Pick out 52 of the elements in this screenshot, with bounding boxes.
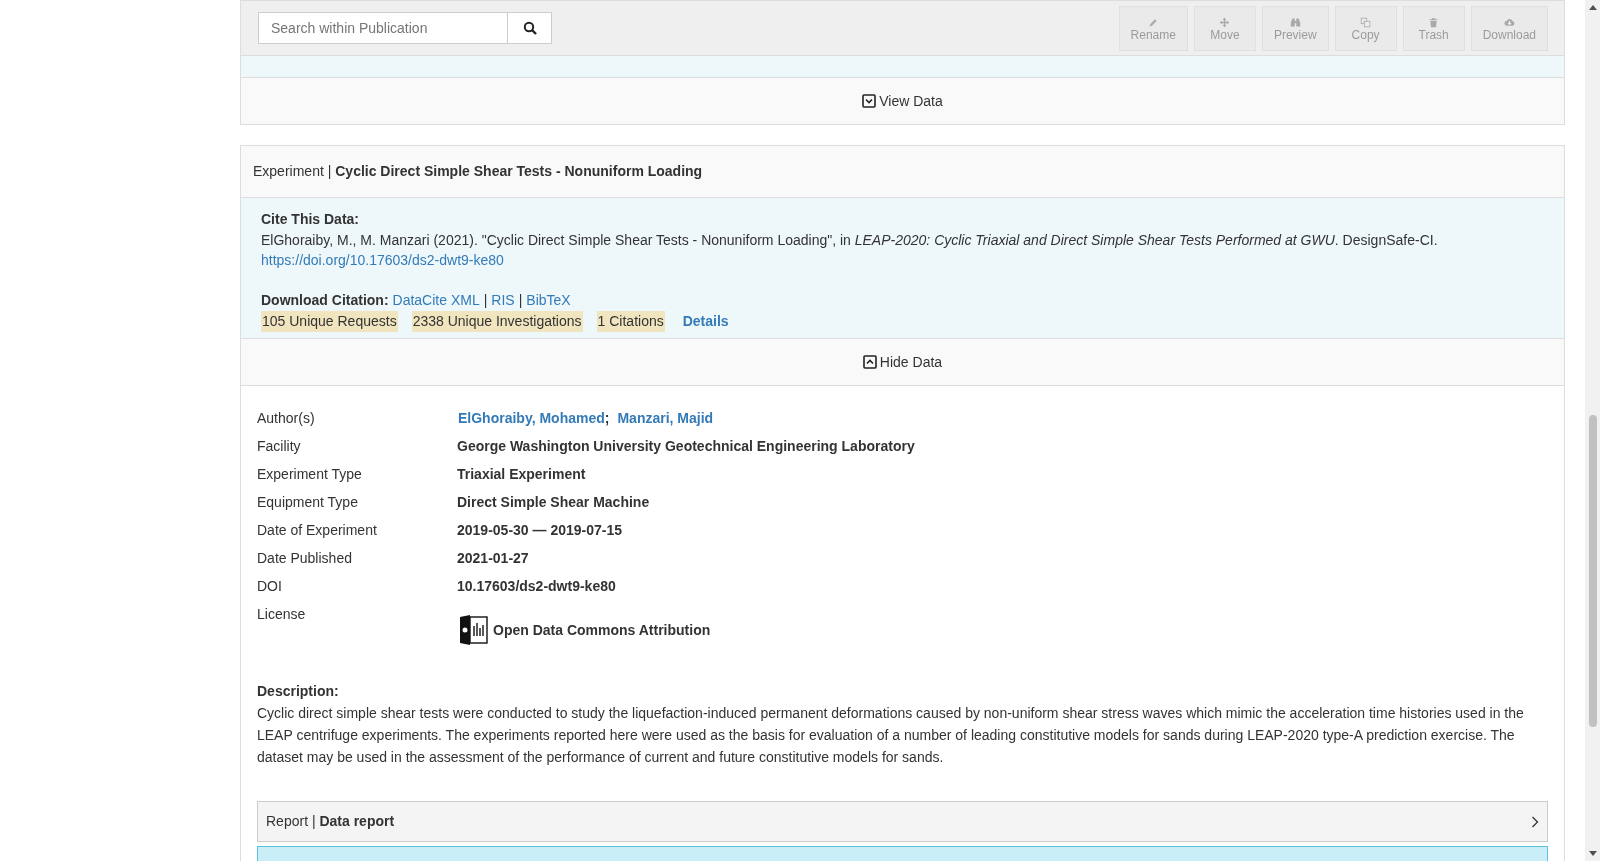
chevron-right-icon xyxy=(1531,815,1539,828)
download-citation-label: Download Citation: xyxy=(261,291,389,310)
scroll-down-arrow-icon[interactable] xyxy=(1588,851,1597,856)
author-link[interactable]: Manzari, Majid xyxy=(617,408,714,428)
doi-link[interactable]: https://doi.org/10.17603/ds2-dwt9-ke80 xyxy=(261,250,504,270)
separator: ; xyxy=(604,409,610,428)
move-icon xyxy=(1219,16,1231,28)
field-label: DOI xyxy=(257,577,283,596)
field-label: Equipment Type xyxy=(257,493,359,512)
field-label: License xyxy=(257,605,307,624)
scrollbar-thumb[interactable] xyxy=(1588,415,1597,727)
license-name: Open Data Commons Attribution xyxy=(493,621,711,640)
description-text: Cyclic direct simple shear tests were conducted to study the liquefaction-induced permanent deformations caused by non-uniform shear stress waves which mimic the acceleration time histories used in the LEAP centrifuge experiments. The experiments reported here were used as the basis for evaluation of a number of leading constitutive models for sands during LEAP-2020 type-A prediction exercise. The dataset may be used in the assessment of the performance of current and future constitutive models for sands. xyxy=(257,704,1525,767)
separator: | xyxy=(483,291,488,310)
search-icon xyxy=(522,21,537,35)
field-label: Experiment Type xyxy=(257,465,363,484)
search-button[interactable] xyxy=(507,12,552,44)
cite-heading: Cite This Data: xyxy=(261,210,360,229)
metric-label: 1 Citations xyxy=(596,311,665,332)
field-value: 10.17603/ds2-dwt9-ke80 xyxy=(457,577,616,596)
binoculars-icon xyxy=(1289,16,1301,28)
entry-title: Experiment | Cyclic Direct Simple Shear Tests - Nonuniform Loading xyxy=(253,162,703,181)
field-value: 2019-05-30 — 2019-07-15 xyxy=(457,521,622,540)
metric-label: 105 Unique Requests xyxy=(261,311,398,332)
trash-icon xyxy=(1428,16,1440,28)
field-value: Direct Simple Shear Machine xyxy=(457,493,650,512)
cloud-download-icon xyxy=(1503,16,1515,28)
author-link[interactable]: ElGhoraiby, Mohamed xyxy=(458,408,605,428)
field-value: Triaxial Experiment xyxy=(457,465,586,484)
search-field[interactable]: Search within Publication xyxy=(258,12,508,44)
scroll-up-arrow-icon[interactable] xyxy=(1588,5,1597,10)
field-value: 2021-01-27 xyxy=(457,549,529,568)
separator: | xyxy=(518,291,523,310)
description-heading: Description: xyxy=(257,682,340,701)
metric-label: 2338 Unique Investigations xyxy=(411,311,583,332)
license-icon xyxy=(457,614,489,646)
hide-data-button[interactable]: Hide Data xyxy=(862,351,943,373)
field-label: Author(s) xyxy=(257,409,316,428)
citation-format-link[interactable]: RIS xyxy=(491,290,515,311)
citation-format-link[interactable]: DataCite XML xyxy=(392,290,480,311)
field-label: Date of Experiment xyxy=(257,521,378,540)
field-label: Facility xyxy=(257,437,302,456)
collapse-icon xyxy=(862,355,877,369)
expand-icon xyxy=(862,94,877,108)
copy-icon xyxy=(1360,16,1372,28)
view-data-button[interactable]: View Data xyxy=(862,90,943,112)
field-label: Date Published xyxy=(257,549,353,568)
details-link[interactable]: Details xyxy=(682,311,729,332)
citation-text: ElGhoraiby, M., M. Manzari (2021). "Cyclic Direct Simple Shear Tests - Nonuniform Loading", in LEAP-2020: Cyclic Triaxial and Direct Simple Shear Tests Performed at GWU. DesignSafe-CI. xyxy=(261,231,1439,250)
collapsible-panel[interactable]: Report | Data report xyxy=(257,801,1548,842)
field-value: George Washington University Geotechnical Engineering Laboratory xyxy=(457,437,915,456)
citation-format-link[interactable]: BibTeX xyxy=(526,290,571,311)
